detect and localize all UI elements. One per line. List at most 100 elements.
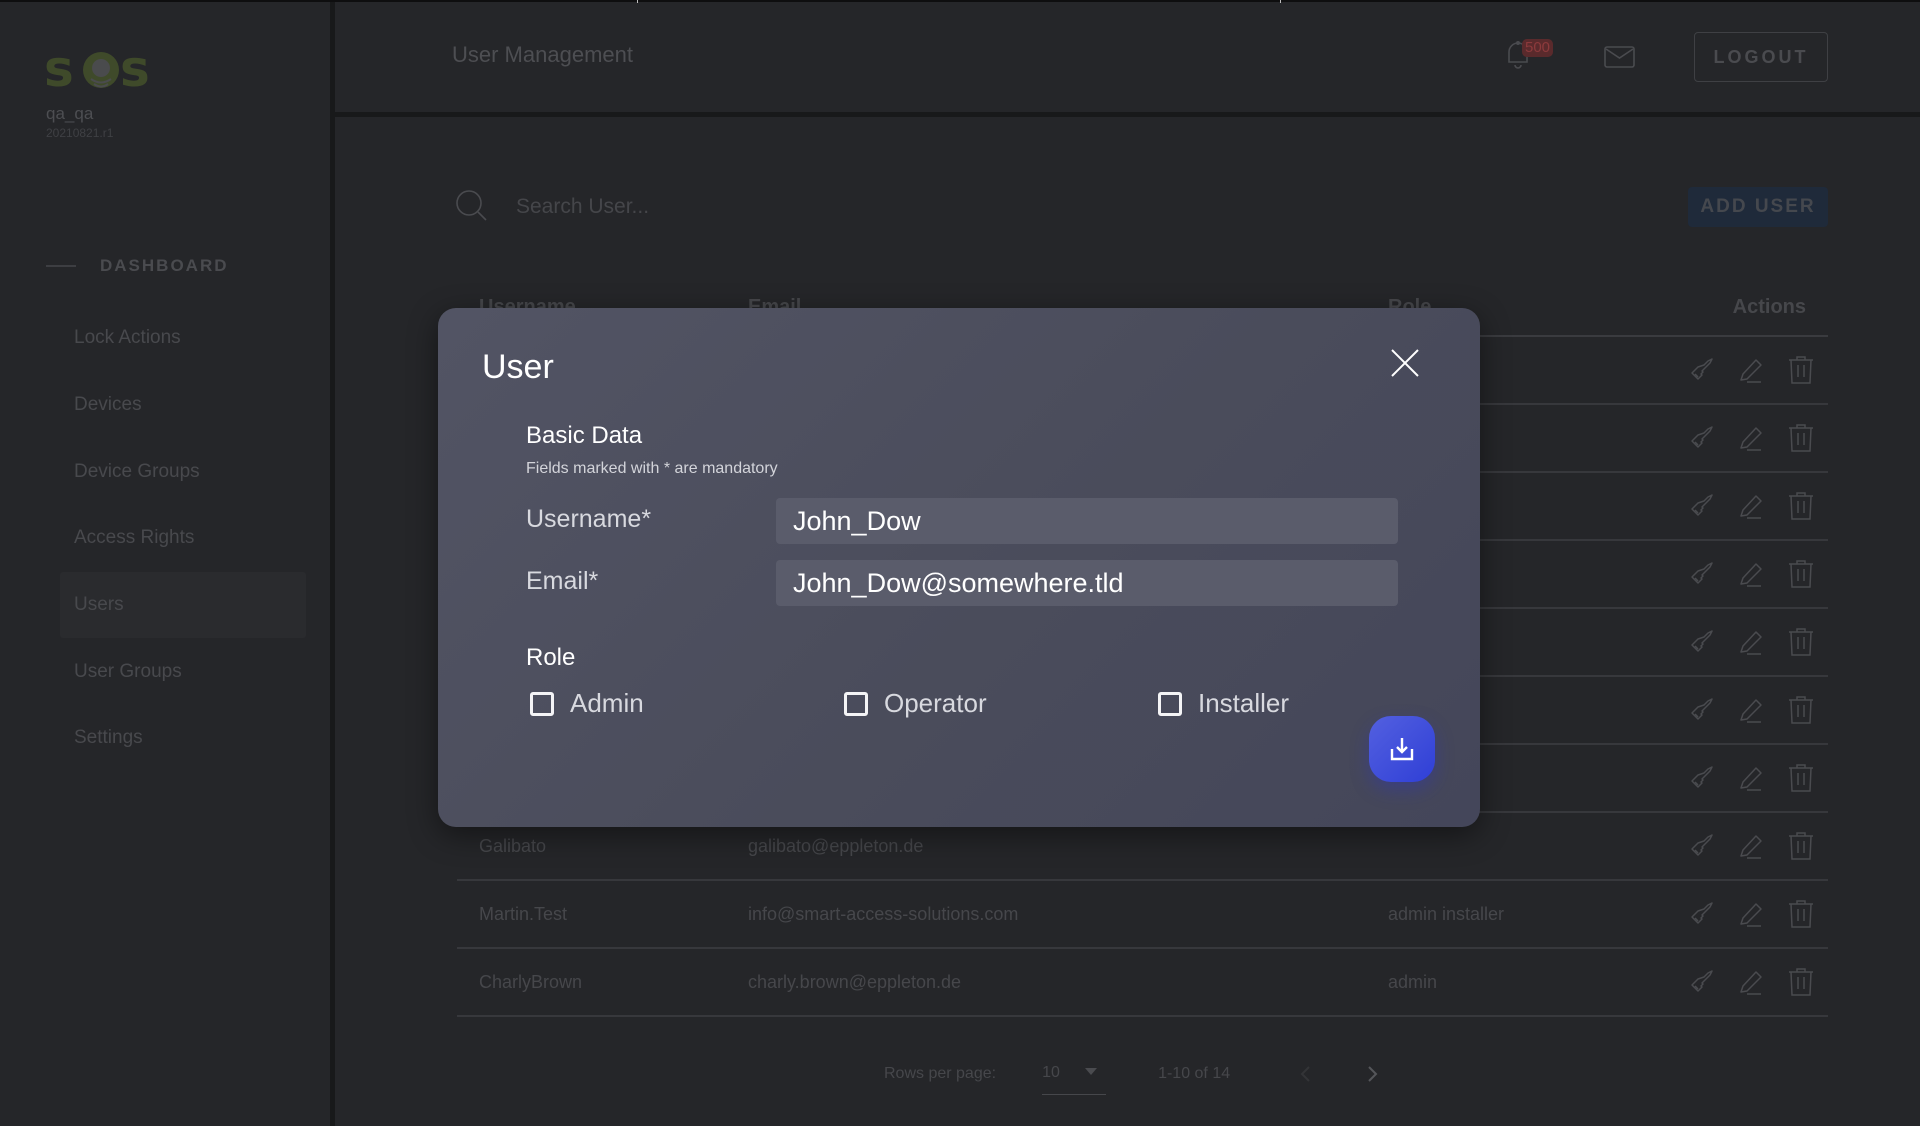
table-row[interactable]: CharlyBrown charly.brown@eppleton.de adm… bbox=[457, 949, 1828, 1017]
key-icon[interactable] bbox=[1686, 627, 1716, 657]
email-label: Email* bbox=[526, 567, 599, 595]
row-actions bbox=[1638, 763, 1828, 793]
collapse-line-icon bbox=[46, 265, 76, 267]
edit-icon[interactable] bbox=[1736, 423, 1766, 453]
page-range: 1-10 of 14 bbox=[1158, 1064, 1231, 1082]
row-actions bbox=[1638, 559, 1828, 589]
key-icon[interactable] bbox=[1686, 423, 1716, 453]
key-icon[interactable] bbox=[1686, 695, 1716, 725]
key-icon[interactable] bbox=[1686, 967, 1716, 997]
tenant-name: qa_qa bbox=[46, 104, 94, 123]
rows-per-page-value: 10 bbox=[1042, 1064, 1060, 1081]
trash-icon[interactable] bbox=[1786, 899, 1816, 929]
edit-icon[interactable] bbox=[1736, 831, 1766, 861]
logout-button[interactable]: LOGOUT bbox=[1694, 32, 1828, 82]
rows-per-page-label: Rows per page: bbox=[884, 1064, 997, 1082]
sidebar-item-devices[interactable]: Devices bbox=[60, 372, 306, 439]
cell-username: CharlyBrown bbox=[479, 971, 583, 992]
header-divider bbox=[335, 112, 1920, 117]
sidebar-item-settings[interactable]: Settings bbox=[60, 705, 306, 772]
role-option-admin[interactable]: Admin bbox=[530, 688, 644, 719]
key-icon[interactable] bbox=[1686, 491, 1716, 521]
prev-page-icon[interactable] bbox=[1296, 1064, 1316, 1084]
email-field[interactable] bbox=[776, 560, 1398, 606]
operator-checkbox[interactable] bbox=[844, 691, 868, 716]
save-button[interactable] bbox=[1369, 716, 1435, 782]
sidebar-item-device-groups[interactable]: Device Groups bbox=[60, 438, 306, 505]
top-tick bbox=[637, 0, 638, 3]
window-top-border bbox=[0, 0, 1920, 3]
key-icon[interactable] bbox=[1686, 355, 1716, 385]
next-page-icon[interactable] bbox=[1362, 1064, 1382, 1084]
trash-icon[interactable] bbox=[1786, 355, 1816, 385]
row-actions bbox=[1638, 355, 1828, 385]
trash-icon[interactable] bbox=[1786, 763, 1816, 793]
role-heading: Role bbox=[526, 644, 576, 671]
trash-icon[interactable] bbox=[1786, 695, 1816, 725]
key-icon[interactable] bbox=[1686, 899, 1716, 929]
cell-role: admin installer bbox=[1388, 903, 1505, 924]
cell-username: Galibato bbox=[479, 835, 547, 856]
row-actions bbox=[1638, 695, 1828, 725]
admin-label: Admin bbox=[570, 688, 644, 718]
svg-text:s: s bbox=[120, 46, 150, 94]
cell-email: charly.brown@eppleton.de bbox=[748, 971, 962, 992]
installer-label: Installer bbox=[1198, 688, 1290, 718]
edit-icon[interactable] bbox=[1736, 899, 1766, 929]
search-user-input[interactable] bbox=[516, 190, 1116, 224]
table-row[interactable]: Martin.Test info@smart-access-solutions.… bbox=[457, 881, 1828, 949]
sidebar-nav: Lock Actions Devices Device Groups Acces… bbox=[60, 305, 306, 772]
row-actions bbox=[1638, 967, 1828, 997]
role-option-operator[interactable]: Operator bbox=[844, 688, 987, 719]
page-title: User Management bbox=[452, 42, 633, 67]
edit-icon[interactable] bbox=[1736, 559, 1766, 589]
row-actions bbox=[1638, 491, 1828, 521]
username-field[interactable] bbox=[776, 498, 1398, 544]
key-icon[interactable] bbox=[1686, 763, 1716, 793]
trash-icon[interactable] bbox=[1786, 967, 1816, 997]
key-icon[interactable] bbox=[1686, 559, 1716, 589]
mandatory-hint: Fields marked with * are mandatory bbox=[526, 460, 778, 477]
sidebar-item-user-groups[interactable]: User Groups bbox=[60, 638, 306, 705]
trash-icon[interactable] bbox=[1786, 559, 1816, 589]
row-actions bbox=[1638, 423, 1828, 453]
dashboard-label: DASHBOARD bbox=[100, 256, 229, 275]
edit-icon[interactable] bbox=[1736, 491, 1766, 521]
edit-icon[interactable] bbox=[1736, 763, 1766, 793]
sidebar-item-access-rights[interactable]: Access Rights bbox=[60, 505, 306, 572]
cell-email: info@smart-access-solutions.com bbox=[748, 903, 1019, 924]
sidebar-divider bbox=[330, 0, 335, 1126]
column-actions: Actions bbox=[1732, 296, 1806, 318]
rows-per-page-select[interactable]: 10 bbox=[1042, 1064, 1107, 1095]
cell-role: admin bbox=[1388, 971, 1438, 992]
edit-icon[interactable] bbox=[1736, 627, 1766, 657]
sidebar-item-users[interactable]: Users bbox=[60, 571, 306, 639]
edit-icon[interactable] bbox=[1736, 967, 1766, 997]
operator-label: Operator bbox=[884, 688, 987, 718]
mail-icon[interactable] bbox=[1604, 46, 1635, 68]
svg-text:s: s bbox=[44, 46, 72, 94]
edit-icon[interactable] bbox=[1736, 695, 1766, 725]
trash-icon[interactable] bbox=[1786, 831, 1816, 861]
close-icon[interactable] bbox=[1390, 348, 1420, 378]
sidebar: s s qa_qa 20210821.r1 DASHBOARD Lock Act… bbox=[0, 2, 330, 1126]
pagination: Rows per page: 10 1-10 of 14 bbox=[884, 1052, 1382, 1095]
cell-email: galibato@eppleton.de bbox=[748, 835, 924, 856]
installer-checkbox[interactable] bbox=[1158, 691, 1182, 716]
trash-icon[interactable] bbox=[1786, 627, 1816, 657]
search-icon bbox=[456, 190, 487, 221]
basic-data-heading: Basic Data bbox=[526, 422, 643, 449]
dashboard-section[interactable]: DASHBOARD bbox=[46, 256, 229, 276]
dropdown-arrow-icon bbox=[1085, 1068, 1098, 1075]
trash-icon[interactable] bbox=[1786, 423, 1816, 453]
trash-icon[interactable] bbox=[1786, 491, 1816, 521]
sidebar-item-lock-actions[interactable]: Lock Actions bbox=[60, 305, 306, 372]
row-actions bbox=[1638, 899, 1828, 929]
app-version: 20210821.r1 bbox=[46, 126, 114, 140]
edit-icon[interactable] bbox=[1736, 355, 1766, 385]
add-user-button[interactable]: ADD USER bbox=[1688, 187, 1828, 227]
role-option-installer[interactable]: Installer bbox=[1158, 688, 1289, 719]
admin-checkbox[interactable] bbox=[530, 691, 554, 716]
key-icon[interactable] bbox=[1686, 831, 1716, 861]
user-dialog: User Basic Data Fields marked with * are… bbox=[438, 308, 1480, 827]
